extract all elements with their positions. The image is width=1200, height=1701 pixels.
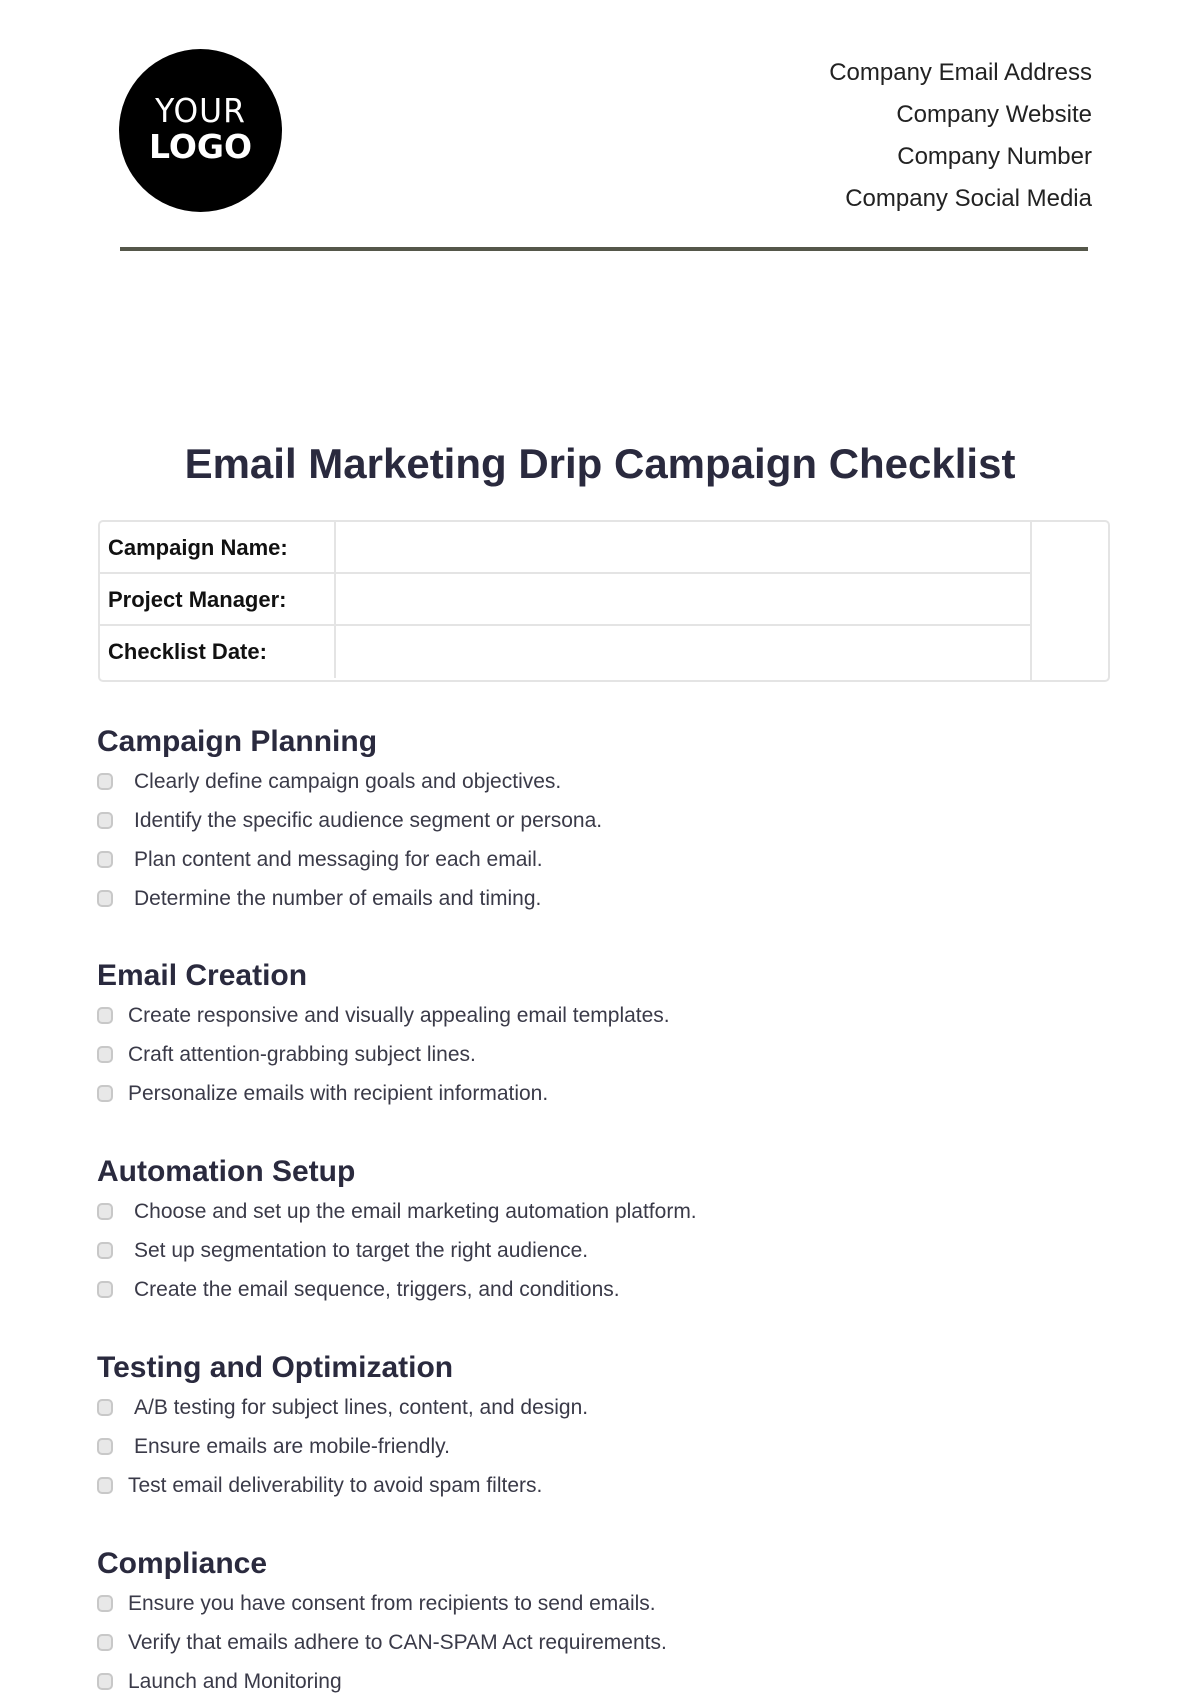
- item-text: Set up segmentation to target the right …: [134, 1239, 589, 1262]
- checklist-item[interactable]: A/B testing for subject lines, content, …: [97, 1388, 588, 1427]
- item-text: Launch and Monitoring: [128, 1670, 342, 1693]
- checklist-item[interactable]: Set up segmentation to target the right …: [97, 1231, 588, 1270]
- section-testing-optimization: Testing and Optimization A/B testing for…: [97, 1348, 588, 1505]
- item-text: Test email deliverability to avoid spam …: [128, 1474, 543, 1497]
- section-heading: Automation Setup: [97, 1155, 356, 1188]
- item-text: Craft attention-grabbing subject lines.: [128, 1043, 476, 1066]
- checkbox[interactable]: [97, 1477, 113, 1494]
- page-title: Email Marketing Drip Campaign Checklist: [184, 440, 1016, 487]
- checklist-item[interactable]: Create the email sequence, triggers, and…: [97, 1270, 620, 1309]
- checkbox[interactable]: [97, 1399, 113, 1416]
- checkbox[interactable]: [97, 1281, 113, 1298]
- company-number: Company Number: [897, 143, 1092, 170]
- checklist-item[interactable]: Ensure you have consent from recipients …: [97, 1584, 656, 1623]
- checklist-date-field[interactable]: [336, 626, 1030, 676]
- checklist-item[interactable]: Ensure emails are mobile-friendly.: [97, 1427, 453, 1466]
- info-label: Campaign Name:: [108, 535, 288, 560]
- company-email: Company Email Address: [829, 59, 1092, 86]
- logo-text-your: YOUR: [155, 91, 246, 130]
- checkbox[interactable]: [97, 851, 113, 868]
- item-text: Plan content and messaging for each emai…: [134, 848, 543, 871]
- checkbox[interactable]: [97, 1242, 113, 1259]
- company-contact-block: Company Email Address Company Website Co…: [829, 52, 1092, 220]
- logo-text-logo: LOGO: [148, 127, 253, 166]
- checklist-item[interactable]: Test email deliverability to avoid spam …: [97, 1466, 542, 1505]
- checkbox[interactable]: [97, 773, 113, 790]
- checkbox[interactable]: [97, 1438, 113, 1455]
- item-text: Create responsive and visually appealing…: [128, 1004, 670, 1027]
- checkbox[interactable]: [97, 890, 113, 907]
- campaign-name-field[interactable]: [336, 522, 1030, 572]
- checkbox[interactable]: [97, 1673, 113, 1690]
- checklist-item[interactable]: Determine the number of emails and timin…: [97, 879, 541, 918]
- checkbox[interactable]: [97, 812, 113, 829]
- item-text: A/B testing for subject lines, content, …: [134, 1396, 589, 1419]
- checklist-item[interactable]: Verify that emails adhere to CAN-SPAM Ac…: [97, 1623, 667, 1662]
- checklist-item[interactable]: Choose and set up the email marketing au…: [97, 1192, 697, 1231]
- company-social-media: Company Social Media: [845, 185, 1092, 212]
- section-heading: Testing and Optimization: [97, 1351, 454, 1384]
- item-text: Verify that emails adhere to CAN-SPAM Ac…: [128, 1631, 667, 1654]
- checklist-item[interactable]: Identify the specific audience segment o…: [97, 801, 602, 840]
- header-divider: [120, 247, 1088, 251]
- checklist-item[interactable]: Clearly define campaign goals and object…: [97, 762, 561, 801]
- checkbox[interactable]: [97, 1046, 113, 1063]
- info-row-campaign-name: Campaign Name:: [100, 522, 1032, 574]
- checkbox[interactable]: [97, 1203, 113, 1220]
- section-automation-setup: Automation Setup Choose and set up the e…: [97, 1152, 697, 1309]
- section-compliance: Compliance Ensure you have consent from …: [97, 1544, 667, 1701]
- info-label: Checklist Date:: [108, 639, 267, 664]
- item-text: Ensure you have consent from recipients …: [128, 1592, 656, 1615]
- item-text: Create the email sequence, triggers, and…: [134, 1278, 620, 1301]
- item-text: Personalize emails with recipient inform…: [128, 1082, 549, 1105]
- section-email-creation: Email Creation Create responsive and vis…: [97, 956, 670, 1113]
- checklist-item[interactable]: Launch and Monitoring: [97, 1662, 342, 1701]
- section-heading: Campaign Planning: [97, 725, 378, 758]
- checklist-item[interactable]: Personalize emails with recipient inform…: [97, 1074, 548, 1113]
- project-manager-field[interactable]: [336, 574, 1030, 624]
- company-logo: YOUR LOGO: [119, 49, 282, 212]
- item-text: Ensure emails are mobile-friendly.: [134, 1435, 450, 1458]
- checkbox[interactable]: [97, 1595, 113, 1612]
- checklist-item[interactable]: Craft attention-grabbing subject lines.: [97, 1035, 476, 1074]
- checkbox[interactable]: [97, 1085, 113, 1102]
- checkbox[interactable]: [97, 1007, 113, 1024]
- checklist-item[interactable]: Plan content and messaging for each emai…: [97, 840, 543, 879]
- checklist-item[interactable]: Create responsive and visually appealing…: [97, 996, 670, 1035]
- item-text: Identify the specific audience segment o…: [134, 809, 603, 832]
- item-text: Choose and set up the email marketing au…: [134, 1200, 697, 1223]
- checkbox[interactable]: [97, 1634, 113, 1651]
- section-campaign-planning: Campaign Planning Clearly define campaig…: [97, 722, 602, 918]
- info-label: Project Manager:: [108, 587, 287, 612]
- company-website: Company Website: [896, 101, 1092, 128]
- info-row-project-manager: Project Manager:: [100, 574, 1032, 626]
- section-heading: Compliance: [97, 1547, 268, 1580]
- section-heading: Email Creation: [97, 959, 308, 992]
- item-text: Clearly define campaign goals and object…: [134, 770, 562, 793]
- info-row-checklist-date: Checklist Date:: [100, 626, 1032, 678]
- item-text: Determine the number of emails and timin…: [134, 887, 542, 910]
- campaign-info-table: Campaign Name: Project Manager: Checklis…: [98, 520, 1110, 682]
